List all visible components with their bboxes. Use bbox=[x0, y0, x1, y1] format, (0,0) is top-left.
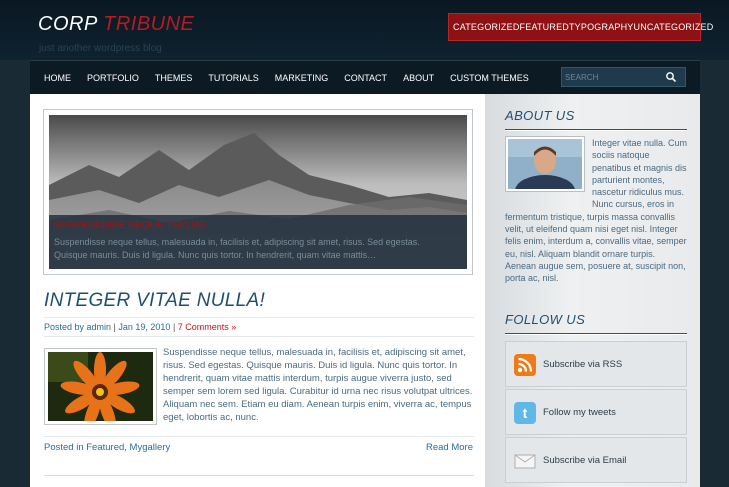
post-footer: Posted in Featured, Mygallery Read More bbox=[44, 436, 474, 476]
nav-item-themes[interactable]: THEMES bbox=[155, 73, 193, 83]
post-excerpt: Suspendisse neque tellus, malesuada in, … bbox=[163, 347, 473, 423]
photo-spacer bbox=[505, 137, 592, 203]
category-bar: CATEGORIZED FEATURED TYPOGRAPHY UNCATEGO… bbox=[448, 13, 713, 41]
post-title[interactable]: INTEGER VITAE NULLA! bbox=[44, 290, 265, 312]
read-more-link[interactable]: Read More bbox=[426, 442, 473, 453]
nav-item-home[interactable]: HOME bbox=[44, 73, 71, 83]
page-margin-left bbox=[0, 60, 30, 487]
post-thumbnail[interactable] bbox=[44, 348, 157, 430]
follow-heading: FOLLOW US bbox=[505, 312, 586, 327]
follow-divider bbox=[505, 333, 687, 335]
svg-text:t: t bbox=[523, 405, 528, 421]
post-meta: Posted by admin | Jan 19, 2010 | 7 Comme… bbox=[44, 317, 474, 337]
nav-item-tutorials[interactable]: TUTORIALS bbox=[208, 73, 258, 83]
subscribe-rss-link[interactable]: Subscribe via RSS bbox=[505, 341, 687, 387]
about-heading: ABOUT US bbox=[505, 108, 575, 123]
search-input[interactable] bbox=[565, 70, 665, 84]
slider-caption: SUSPENDISSE NEQUE TELLUS Suspendisse neq… bbox=[49, 215, 467, 269]
category-link-categorized[interactable]: CATEGORIZED bbox=[453, 22, 520, 32]
nav-item-portfolio[interactable]: PORTFOLIO bbox=[87, 73, 139, 83]
follow-tweets-label: Follow my tweets bbox=[543, 407, 616, 418]
post-author-link[interactable]: Posted by admin bbox=[44, 322, 111, 332]
subscribe-email-label: Subscribe via Email bbox=[543, 455, 627, 466]
search-box bbox=[561, 67, 686, 87]
subscribe-rss-label: Subscribe via RSS bbox=[543, 359, 623, 370]
about-divider bbox=[505, 129, 687, 131]
post-comments-link[interactable]: 7 Comments » bbox=[178, 322, 237, 332]
nav-item-custom-themes[interactable]: CUSTOM THEMES bbox=[450, 73, 529, 83]
page-margin-right bbox=[700, 60, 729, 487]
slider-caption-title[interactable]: SUSPENDISSE NEQUE TELLUS bbox=[54, 220, 205, 231]
site-tagline: just another wordpress blog bbox=[39, 43, 162, 54]
flower-image bbox=[48, 352, 153, 430]
search-icon[interactable] bbox=[665, 71, 677, 83]
post-divider bbox=[44, 475, 474, 476]
post-date: Jan 19, 2010 bbox=[118, 322, 171, 332]
meta-separator: | bbox=[170, 322, 178, 332]
follow-tweets-link[interactable]: t Follow my tweets bbox=[505, 389, 687, 435]
nav-item-marketing[interactable]: MARKETING bbox=[275, 73, 329, 83]
category-link-typography[interactable]: TYPOGRAPHY bbox=[569, 22, 634, 32]
logo-main: CORP bbox=[38, 13, 98, 35]
nav-menu: HOME PORTFOLIO THEMES TUTORIALS MARKETIN… bbox=[44, 61, 545, 95]
nav-item-about[interactable]: ABOUT bbox=[403, 73, 434, 83]
subscribe-email-link[interactable]: Subscribe via Email bbox=[505, 437, 687, 483]
email-icon bbox=[514, 454, 536, 469]
about-text-block: Integer vitae nulla. Cum sociis natoque … bbox=[505, 137, 688, 285]
category-link-featured[interactable]: FEATURED bbox=[520, 22, 569, 32]
twitter-icon: t bbox=[514, 402, 536, 424]
nav-item-contact[interactable]: CONTACT bbox=[344, 73, 387, 83]
site-logo[interactable]: CORP TRIBUNE bbox=[38, 13, 194, 36]
post-categories[interactable]: Posted in Featured, Mygallery bbox=[44, 442, 170, 453]
slider-caption-text: Suspendisse neque tellus, malesuada in, … bbox=[54, 237, 420, 260]
featured-slider[interactable]: SUSPENDISSE NEQUE TELLUS Suspendisse neq… bbox=[43, 109, 473, 275]
rss-icon bbox=[514, 354, 536, 376]
category-link-uncategorized[interactable]: UNCATEGORIZED bbox=[634, 22, 714, 32]
logo-accent: TRIBUNE bbox=[103, 13, 195, 35]
